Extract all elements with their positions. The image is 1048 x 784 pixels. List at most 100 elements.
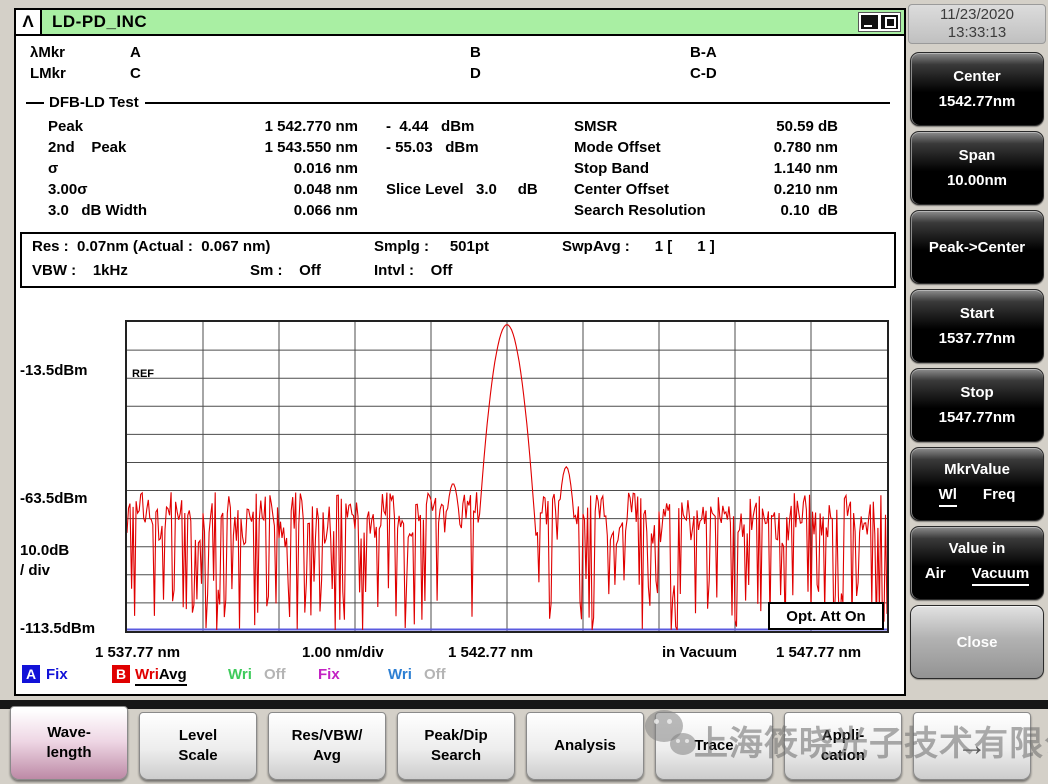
marker-d: D	[470, 65, 481, 82]
wavelength-marker-label: λMkr	[30, 44, 65, 61]
y-axis-mid-label: -63.5dBm	[20, 490, 88, 507]
analysis-section-title: DFB-LD Test	[49, 94, 139, 111]
smoothing-setting: Sm : Off	[250, 262, 321, 279]
span-value: 10.00nm	[947, 172, 1007, 189]
meas-value-nm: 0.048 nm	[218, 179, 358, 200]
meas-value: 0.210 nm	[744, 179, 838, 200]
trace-c-status: Off	[264, 666, 286, 683]
stop-value: 1547.77nm	[939, 409, 1016, 426]
bottom-divider-strip	[0, 700, 1048, 709]
interval-setting: Intvl : Off	[374, 262, 452, 279]
tab-peak-dip-search[interactable]: Peak/DipSearch	[397, 712, 515, 780]
next-page-arrow-icon: →	[957, 731, 987, 761]
minimize-icon[interactable]	[861, 15, 878, 29]
meas-label: σ	[48, 158, 218, 179]
x-axis-scale-label: 1.00 nm/div	[302, 644, 384, 661]
trace-b-mode: WriAvg	[135, 666, 187, 686]
marker-c-d: C-D	[690, 65, 717, 82]
tab-level-scale[interactable]: LevelScale	[139, 712, 257, 780]
meas-label: 3.00σ	[48, 179, 218, 200]
meas-value: 50.59 dB	[744, 116, 838, 137]
meas-label: SMSR	[574, 116, 744, 137]
tab-wavelength[interactable]: Wave-length	[10, 706, 128, 780]
res-setting: Res : 0.07nm (Actual : 0.067 nm)	[32, 238, 270, 255]
anritsu-logo-icon: Λ	[16, 10, 42, 34]
y-axis-scale-label2: / div	[20, 562, 50, 579]
trace-e-mode: Wri	[388, 666, 412, 683]
meas-label: Peak	[48, 116, 218, 137]
trace-a-mode: Fix	[46, 666, 68, 683]
tab-application[interactable]: Appli-cation	[784, 712, 902, 780]
more-menus-button[interactable]: →	[913, 712, 1031, 780]
close-button[interactable]: Close	[910, 605, 1044, 679]
slice-level: Slice Level 3.0 dB	[358, 179, 538, 200]
spectrum-plot	[125, 320, 889, 633]
meas-label: Search Resolution	[574, 200, 744, 221]
center-value: 1542.77nm	[939, 93, 1016, 110]
meas-value: 0.780 nm	[744, 137, 838, 158]
value-in-air-option[interactable]: Air	[925, 565, 946, 586]
marker-b: B	[470, 44, 481, 61]
meas-label: Stop Band	[574, 158, 744, 179]
marker-value-wl-option[interactable]: Wl	[939, 486, 957, 507]
main-window: Λ LD-PD_INC λMkr A B B-A LMkr C D C-D DF…	[14, 8, 906, 696]
window-controls	[858, 12, 901, 32]
ref-line-label: REF	[132, 368, 154, 380]
meas-label: Center Offset	[574, 179, 744, 200]
osa-screen: Λ LD-PD_INC λMkr A B B-A LMkr C D C-D DF…	[0, 0, 1048, 784]
analysis-section-divider: DFB-LD Test	[26, 94, 890, 111]
y-axis-bottom-label: -113.5dBm	[20, 620, 95, 637]
start-value: 1537.77nm	[939, 330, 1016, 347]
trace-e-status: Off	[424, 666, 446, 683]
meas-label: 3.0 dB Width	[48, 200, 218, 221]
peak-to-center-button[interactable]: Peak->Center	[910, 210, 1044, 284]
x-axis-stop-label: 1 547.77 nm	[776, 644, 861, 661]
meas-label: Mode Offset	[574, 137, 744, 158]
y-axis-ref-label: -13.5dBm	[20, 362, 88, 379]
sweep-settings-box: Res : 0.07nm (Actual : 0.067 nm) Smplg :…	[20, 232, 896, 288]
maximize-icon[interactable]	[881, 15, 898, 29]
marker-c: C	[130, 65, 141, 82]
value-in-toggle[interactable]: Value in AirVacuum	[910, 526, 1044, 600]
value-in-vacuum-option[interactable]: Vacuum	[972, 565, 1030, 586]
meas-label: 2nd Peak	[48, 137, 218, 158]
span-button[interactable]: Span10.00nm	[910, 131, 1044, 205]
spectrum-trace-svg	[127, 322, 887, 631]
optical-attenuator-status: Opt. Att On	[768, 602, 884, 630]
marker-b-a: B-A	[690, 44, 717, 61]
meas-value-nm: 1 543.550 nm	[218, 137, 358, 158]
x-axis-center-label: 1 542.77 nm	[448, 644, 533, 661]
x-axis-start-label: 1 537.77 nm	[95, 644, 180, 661]
smsr-measurements: SMSR50.59 dB Mode Offset0.780 nm Stop Ba…	[574, 116, 838, 221]
tab-res-vbw-avg[interactable]: Res/VBW/Avg	[268, 712, 386, 780]
time-text: 13:33:13	[948, 24, 1006, 42]
trace-b-chip: B	[112, 665, 130, 683]
window-titlebar: Λ LD-PD_INC	[16, 10, 904, 36]
peak-measurements: Peak1 542.770 nm- 4.44 dBm 2nd Peak1 543…	[48, 116, 538, 221]
marker-value-toggle[interactable]: MkrValue WlFreq	[910, 447, 1044, 521]
logo-glyph: Λ	[22, 12, 33, 32]
meas-value-dbm: - 55.03 dBm	[358, 137, 538, 158]
tab-analysis[interactable]: Analysis	[526, 712, 644, 780]
vbw-setting: VBW : 1kHz	[32, 262, 128, 279]
window-title: LD-PD_INC	[52, 12, 147, 32]
marker-a: A	[130, 44, 141, 61]
meas-value-nm: 1 542.770 nm	[218, 116, 358, 137]
start-button[interactable]: Start1537.77nm	[910, 289, 1044, 363]
x-axis-medium-label: in Vacuum	[662, 644, 737, 661]
tab-trace[interactable]: Trace	[655, 712, 773, 780]
meas-value-dbm: - 4.44 dBm	[358, 116, 538, 137]
trace-c-mode: Wri	[228, 666, 252, 683]
sweep-average-setting: SwpAvg : 1 [ 1 ]	[562, 238, 715, 255]
trace-d-mode: Fix	[318, 666, 340, 683]
meas-value-nm: 0.016 nm	[218, 158, 358, 179]
marker-value-freq-option[interactable]: Freq	[983, 486, 1016, 507]
stop-button[interactable]: Stop1547.77nm	[910, 368, 1044, 442]
meas-value-nm: 0.066 nm	[218, 200, 358, 221]
datetime-display: 11/23/2020 13:33:13	[908, 4, 1046, 44]
date-text: 11/23/2020	[940, 6, 1014, 24]
level-marker-label: LMkr	[30, 65, 66, 82]
meas-value: 0.10 dB	[744, 200, 838, 221]
y-axis-scale-label: 10.0dB	[20, 542, 69, 559]
center-button[interactable]: Center1542.77nm	[910, 52, 1044, 126]
